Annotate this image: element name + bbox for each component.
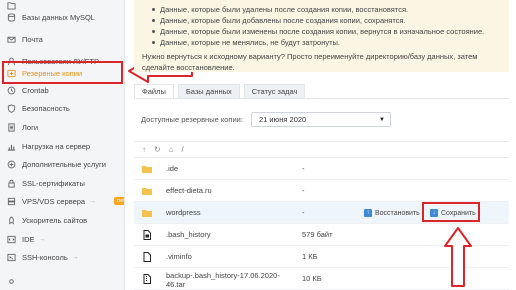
sidebar-item-label: Безопасность <box>22 103 70 113</box>
server-icon <box>7 197 16 206</box>
clock-icon <box>7 86 16 95</box>
sidebar-item-label: Почта <box>22 34 43 44</box>
sidebar-item-label: IDE <box>22 234 35 244</box>
notice-item: Данные, которые были добавлены после соз… <box>152 15 501 26</box>
restore-label: Восстановить <box>375 209 420 217</box>
sidebar-item-more[interactable] <box>0 270 124 290</box>
sidebar-item-label: Логи <box>22 122 39 132</box>
tabs-bar: Файлы Базы данных Статус задач <box>134 84 309 98</box>
tab-task-status[interactable]: Статус задач <box>243 84 306 98</box>
sidebar-item-mysql[interactable]: Базы данных MySQL <box>0 6 124 28</box>
plus-icon <box>7 160 16 169</box>
notice-item: Данные, которые не менялись, не будут за… <box>152 37 501 48</box>
external-arrow-icon: → <box>89 197 97 205</box>
rocket-icon <box>7 215 16 225</box>
restore-notice: Данные, которые были удалены после созда… <box>134 0 509 72</box>
lock-icon <box>7 179 16 188</box>
annotation-arrow-up-icon <box>444 227 472 287</box>
folder-icon <box>142 188 152 195</box>
restore-button[interactable]: ↑ Восстановить <box>364 207 420 219</box>
current-path: / <box>181 145 184 154</box>
chart-icon <box>7 142 16 151</box>
file-row[interactable]: effect-dieta.ru - <box>134 180 509 202</box>
caret-down-icon: ▼ <box>379 116 385 123</box>
notice-list: Данные, которые были удалены после созда… <box>152 4 501 48</box>
new-badge: new <box>114 197 124 205</box>
notice-text: Нужно вернуться к исходному варианту? Пр… <box>142 52 478 72</box>
file-name: wordpress <box>166 208 201 217</box>
sidebar: Базы данных MySQL Почта Пользователи ЛУ/… <box>0 0 125 290</box>
file-size: - <box>302 186 305 195</box>
code-icon <box>7 235 16 244</box>
folder-icon <box>142 166 152 173</box>
file-name: .viminfo <box>166 252 192 261</box>
external-arrow-icon: → <box>71 253 79 261</box>
sidebar-item-label: Базы данных MySQL <box>22 12 95 22</box>
terminal-icon <box>7 253 16 262</box>
backup-selector-label: Доступные резервные копии: <box>141 115 243 124</box>
shield-icon <box>7 103 16 113</box>
tab-files[interactable]: Файлы <box>134 84 174 98</box>
file-name: .ide <box>166 164 179 173</box>
sidebar-item-label: SSL-сертификаты <box>22 178 85 188</box>
sidebar-item-label: Crontab <box>22 85 49 95</box>
file-size: - <box>302 164 305 173</box>
sidebar-item-mail[interactable]: Почта <box>0 28 124 50</box>
sidebar-item-label: VPS/VDS сервера <box>22 196 86 206</box>
notice-item: Данные, которые были изменены после созд… <box>152 26 501 37</box>
tabs-divider <box>134 98 509 99</box>
settings-icon <box>7 277 16 286</box>
file-size: 1 КБ <box>302 252 318 261</box>
file-name: effect-dieta.ru <box>166 186 212 195</box>
file-name: .bash_history <box>166 230 211 239</box>
sidebar-item-ssh[interactable]: SSH-консоль → <box>0 246 124 268</box>
tab-databases[interactable]: Базы данных <box>177 84 240 98</box>
file-name: backup-.bash_history-17.06.2020- 46.tar <box>166 271 280 289</box>
backup-date-value: 21 июня 2020 <box>259 115 307 124</box>
database-icon <box>7 12 16 22</box>
file-size: 579 байт <box>302 230 333 239</box>
sidebar-item-label: Ускоритель сайтов <box>22 215 88 225</box>
file-icon <box>143 252 151 262</box>
mail-icon <box>7 35 16 44</box>
external-arrow-icon: → <box>38 235 46 243</box>
save-button-annotation-box <box>422 202 480 222</box>
backup-selector-row: Доступные резервные копии: 21 июня 2020 … <box>141 112 391 127</box>
active-item-annotation-box <box>2 61 123 84</box>
refresh-icon[interactable]: ↻ <box>154 145 161 154</box>
notice-item: Данные, которые были удалены после созда… <box>152 4 501 15</box>
folder-icon <box>142 210 152 217</box>
sidebar-item-label: SSH-консоль <box>22 252 68 262</box>
sidebar-item-label: Нагрузка на сервер <box>22 141 91 151</box>
restore-icon: ↑ <box>364 209 372 217</box>
home-icon[interactable]: ⌂ <box>169 145 174 154</box>
file-toolbar: ↑ ↻ ⌂ / <box>134 141 509 158</box>
up-icon[interactable]: ↑ <box>142 145 146 154</box>
file-size: - <box>302 208 305 217</box>
file-size: 10 КБ <box>302 274 322 283</box>
archive-icon <box>143 274 151 284</box>
log-icon <box>7 122 16 132</box>
backup-date-select[interactable]: 21 июня 2020 ▼ <box>251 112 391 127</box>
file-icon <box>143 230 151 240</box>
sidebar-item-label: Дополнительные услуги <box>22 159 106 169</box>
file-row[interactable]: .ide - <box>134 158 509 180</box>
